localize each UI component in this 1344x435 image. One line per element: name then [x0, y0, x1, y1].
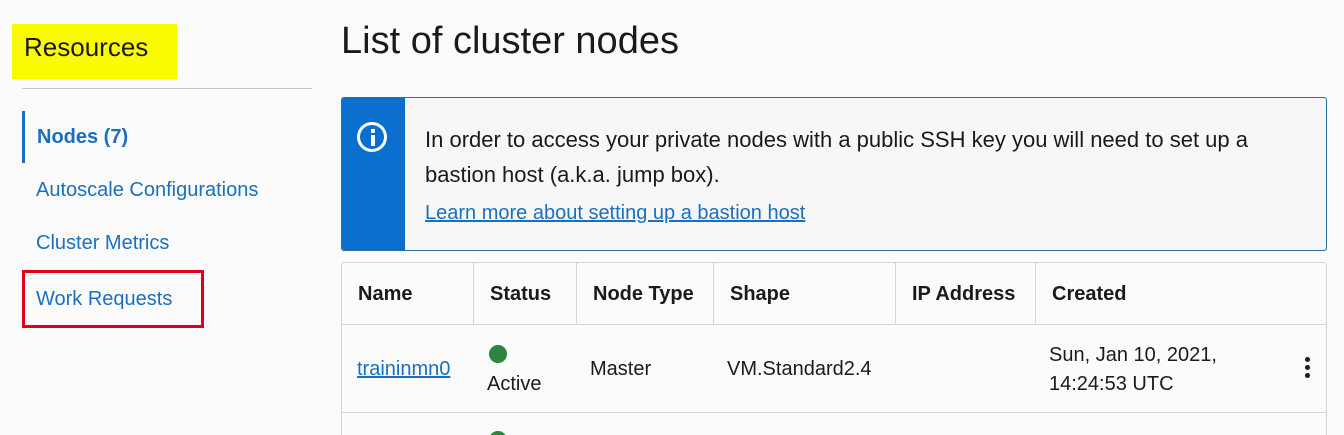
info-strip: [342, 98, 405, 250]
column-header-status[interactable]: Status: [474, 263, 577, 325]
column-header-shape[interactable]: Shape: [714, 263, 896, 325]
nodes-table: Name Status Node Type Shape IP Address C…: [341, 262, 1327, 435]
column-header-name[interactable]: Name: [342, 263, 474, 325]
node-shape: VM.Standard2.4: [727, 358, 872, 380]
node-type: Master: [590, 358, 652, 380]
status-active-icon: [489, 345, 507, 363]
info-icon: [357, 122, 387, 152]
info-message: In order to access your private nodes wi…: [425, 127, 1248, 187]
node-status: Active: [487, 373, 542, 395]
page-title: List of cluster nodes: [341, 20, 679, 62]
row-actions-kebab-icon[interactable]: [1305, 357, 1310, 381]
status-active-icon: [489, 431, 507, 435]
sidebar-item-cluster-metrics[interactable]: Cluster Metrics: [22, 217, 169, 269]
node-created-date: Sun, Jan 10, 2021,: [1049, 344, 1217, 366]
node-name-link[interactable]: traininmn0: [357, 358, 450, 381]
info-banner: In order to access your private nodes wi…: [341, 97, 1327, 251]
sidebar-item-work-requests[interactable]: Work Requests: [22, 270, 204, 328]
sidebar-divider: [22, 88, 312, 89]
column-header-ip-address[interactable]: IP Address: [896, 263, 1036, 325]
header-divider: [342, 324, 1326, 325]
column-header-created[interactable]: Created: [1036, 263, 1326, 325]
sidebar-item-autoscale-configurations[interactable]: Autoscale Configurations: [22, 164, 258, 216]
sidebar-item-nodes[interactable]: Nodes (7): [22, 111, 128, 163]
row-divider: [342, 412, 1326, 413]
resources-heading: Resources: [12, 24, 177, 79]
node-created-time: 14:24:53 UTC: [1049, 373, 1174, 395]
column-header-node-type[interactable]: Node Type: [577, 263, 714, 325]
bastion-host-link[interactable]: Learn more about setting up a bastion ho…: [425, 202, 805, 225]
